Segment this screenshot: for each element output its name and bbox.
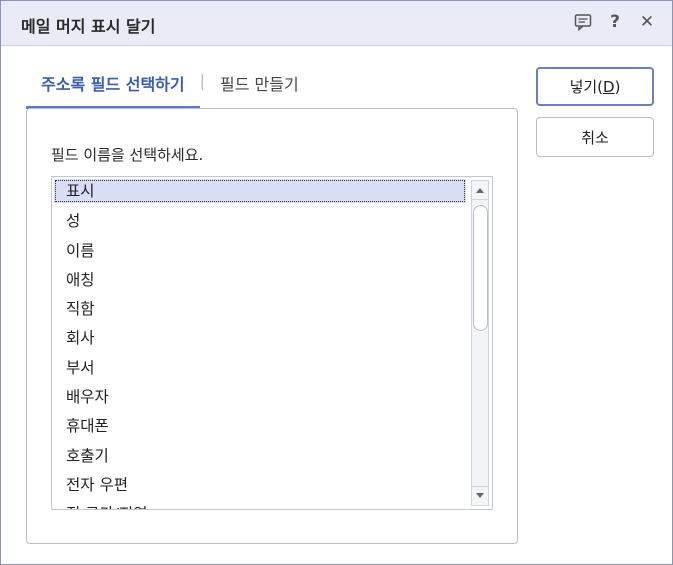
close-icon[interactable]: ✕ (636, 11, 658, 33)
scroll-thumb[interactable] (473, 205, 488, 331)
mail-merge-dialog: 메일 머지 표시 달기 ? ✕ 주소록 필드 선택하기 | 필드 만들기 필드 … (0, 0, 673, 565)
field-list-item[interactable]: 직함 (54, 296, 466, 325)
insert-label-prefix: 넣기( (569, 78, 604, 96)
tab-strip: 주소록 필드 선택하기 | 필드 만들기 (26, 59, 314, 109)
dialog-title: 메일 머지 표시 달기 (21, 17, 156, 36)
arrow-up-icon (476, 188, 484, 193)
field-list: 표시성이름애칭직함회사부서배우자휴대폰호출기전자 우편집 국가/지역 (54, 179, 466, 509)
field-list-item[interactable]: 성 (54, 208, 466, 237)
field-list-item[interactable]: 애칭 (54, 267, 466, 296)
scroll-down-button[interactable] (472, 486, 488, 505)
field-list-item[interactable]: 집 국가/지역 (54, 501, 466, 509)
insert-button[interactable]: 넣기(D) (536, 67, 654, 106)
field-list-item[interactable]: 이름 (54, 238, 466, 267)
cancel-button[interactable]: 취소 (536, 117, 654, 157)
field-select-panel: 필드 이름을 선택하세요. 표시성 이름 애칭 직함 회사 부서 배우자 휴대폰 호출기 전자 우… (26, 108, 518, 544)
insert-label-suffix: ) (614, 77, 621, 96)
field-list-item[interactable]: 휴대폰 (54, 413, 466, 442)
field-list-item[interactable]: 호출기 (54, 443, 466, 472)
field-list-item[interactable]: 배우자 (54, 384, 466, 413)
scroll-up-button[interactable] (472, 181, 488, 200)
field-listbox[interactable]: 표시성이름애칭직함회사부서배우자휴대폰호출기전자 우편집 국가/지역 (51, 176, 493, 510)
list-scrollbar[interactable] (471, 180, 489, 506)
field-list-item[interactable]: 회사 (54, 325, 466, 354)
arrow-down-icon (476, 493, 484, 498)
field-list-item[interactable]: 전자 우편 (54, 472, 466, 501)
field-list-item[interactable]: 표시 (54, 179, 466, 203)
title-bar: 메일 머지 표시 달기 ? ✕ (1, 1, 672, 46)
field-list-item[interactable]: 부서 (54, 355, 466, 384)
insert-label-key: D (603, 77, 615, 96)
tab-select-address-field[interactable]: 주소록 필드 선택하기 (26, 59, 200, 109)
tab-create-field[interactable]: 필드 만들기 (205, 59, 314, 95)
comment-icon[interactable] (572, 11, 594, 33)
help-icon[interactable]: ? (604, 11, 626, 33)
field-prompt-label: 필드 이름을 선택하세요. (51, 146, 204, 164)
